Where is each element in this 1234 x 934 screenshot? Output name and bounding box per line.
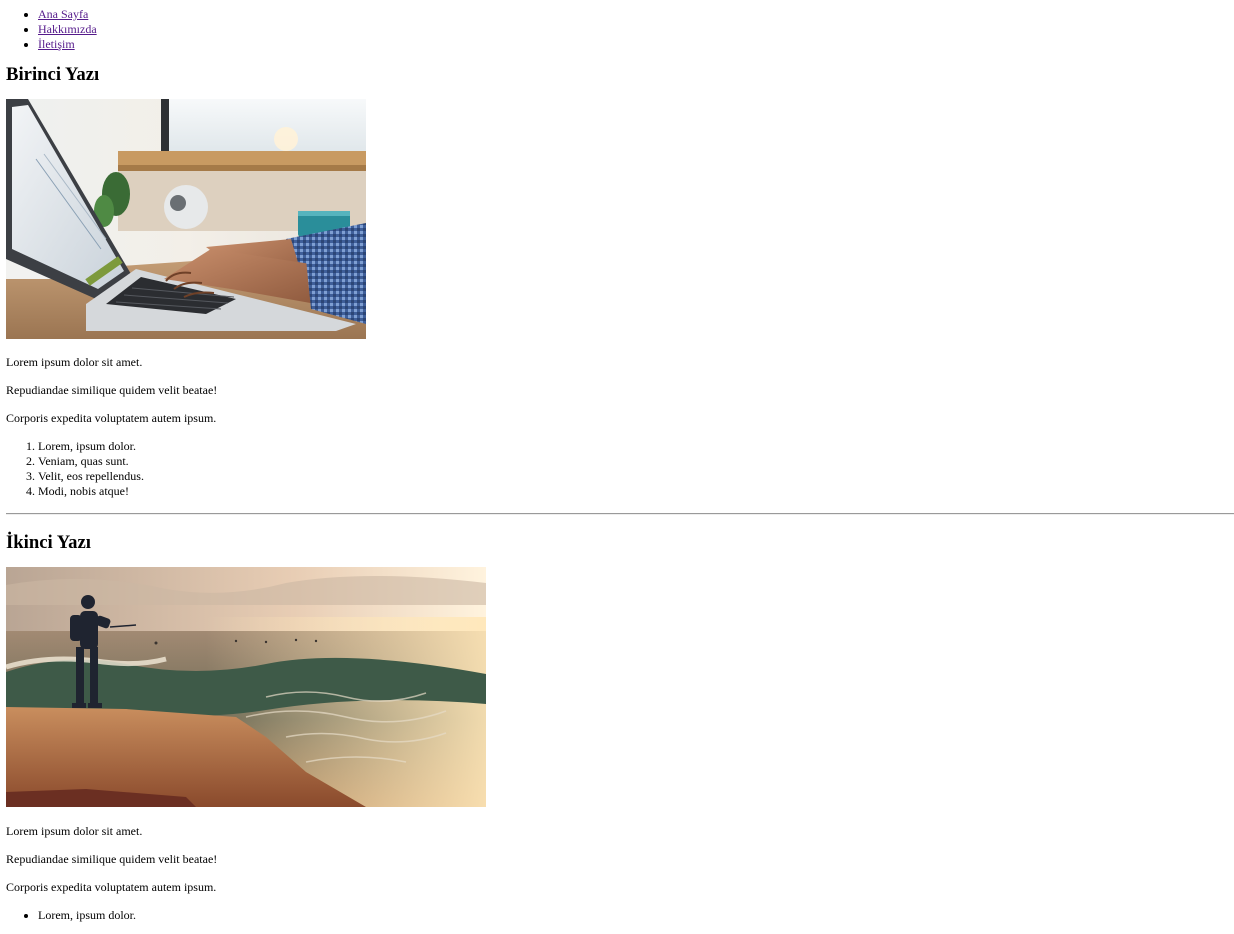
- unordered-list: Lorem, ipsum dolor.: [6, 908, 1234, 923]
- laptop-typing-photo: [6, 99, 366, 339]
- nav-link-about[interactable]: Hakkımızda: [38, 22, 97, 36]
- post-paragraph: Corporis expedita voluptatem autem ipsum…: [6, 411, 217, 425]
- post-paragraph: Lorem ipsum dolor sit amet.: [6, 355, 143, 369]
- list-item: Veniam, quas sunt.: [38, 454, 1234, 469]
- list-item: Lorem, ipsum dolor.: [38, 439, 1234, 454]
- list-item: Modi, nobis atque!: [38, 484, 1234, 499]
- post-title: Birinci Yazı: [6, 64, 100, 85]
- post-paragraph: Repudiandae similique quidem velit beata…: [6, 383, 218, 397]
- post-paragraph: Lorem ipsum dolor sit amet.: [6, 824, 143, 838]
- nav-item-about: Hakkımızda: [38, 22, 1234, 37]
- nav-link-contact[interactable]: İletişim: [38, 37, 75, 51]
- nav-link-home[interactable]: Ana Sayfa: [38, 7, 88, 21]
- list-item: Velit, eos repellendus.: [38, 469, 1234, 484]
- page: Ana Sayfa Hakkımızda İletişim Birinci Ya…: [0, 7, 1234, 923]
- list-item: Lorem, ipsum dolor.: [38, 908, 1234, 923]
- fisherman-seaside-photo: [6, 567, 486, 807]
- nav-item-home: Ana Sayfa: [38, 7, 1234, 22]
- section-divider: [6, 513, 1234, 515]
- ordered-list: Lorem, ipsum dolor. Veniam, quas sunt. V…: [6, 439, 1234, 499]
- post-1: Birinci Yazı Lorem ipsum dolor sit amet.…: [6, 64, 1234, 499]
- post-2: İkinci Yazı Lorem ipsum dolor sit amet. …: [6, 532, 1234, 923]
- post-paragraph: Repudiandae similique quidem velit beata…: [6, 852, 218, 866]
- post-paragraph: Corporis expedita voluptatem autem ipsum…: [6, 880, 217, 894]
- nav-item-contact: İletişim: [38, 37, 1234, 52]
- post-title: İkinci Yazı: [6, 532, 91, 553]
- nav-list: Ana Sayfa Hakkımızda İletişim: [6, 7, 1234, 52]
